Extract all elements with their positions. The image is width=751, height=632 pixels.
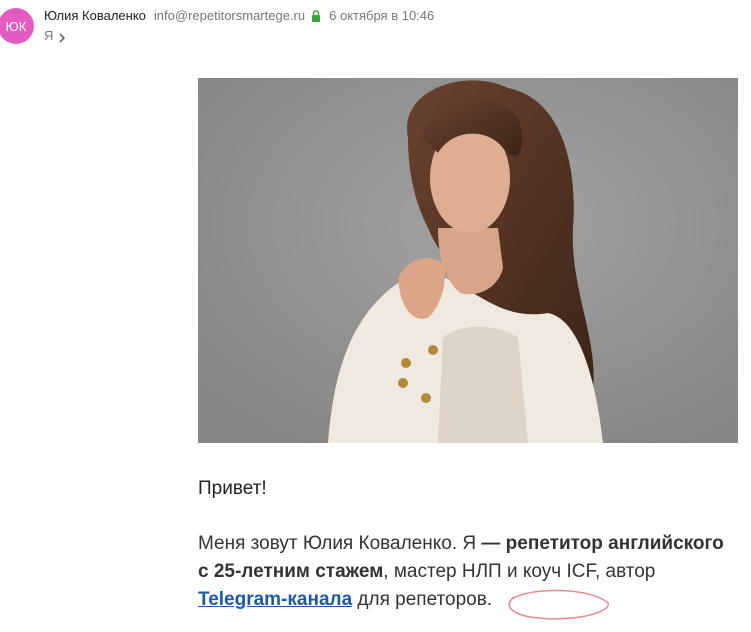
sender-email[interactable]: info@repetitorsmartege.ru <box>154 8 305 23</box>
greeting-text: Привет! <box>198 478 267 499</box>
telegram-channel-link[interactable]: Telegram-канала <box>198 589 352 610</box>
email-header: ЮК Юлия Коваленко info@repetitorsmartege… <box>0 0 751 60</box>
para-part-1: Меня зовут Юлия Коваленко. Я <box>198 533 477 554</box>
sender-name[interactable]: Юлия Коваленко <box>44 8 146 23</box>
intro-paragraph: Меня зовут Юлия Коваленко. Я — репетитор… <box>198 530 728 614</box>
email-date: 6 октября в 10:46 <box>329 8 435 23</box>
sender-meta: Юлия Коваленко info@repetitorsmartege.ru… <box>44 8 434 23</box>
chevron-right-icon[interactable] <box>59 31 66 43</box>
recipient-line[interactable]: Я <box>44 28 66 43</box>
para-part-2: , мастер НЛП и коуч ICF, автор <box>383 561 656 582</box>
sender-avatar[interactable]: ЮК <box>0 8 34 44</box>
para-part-3: для репеторов. <box>352 589 493 610</box>
hero-photo <box>198 78 738 443</box>
lock-icon <box>311 9 321 22</box>
recipient-label: Я <box>44 28 54 43</box>
